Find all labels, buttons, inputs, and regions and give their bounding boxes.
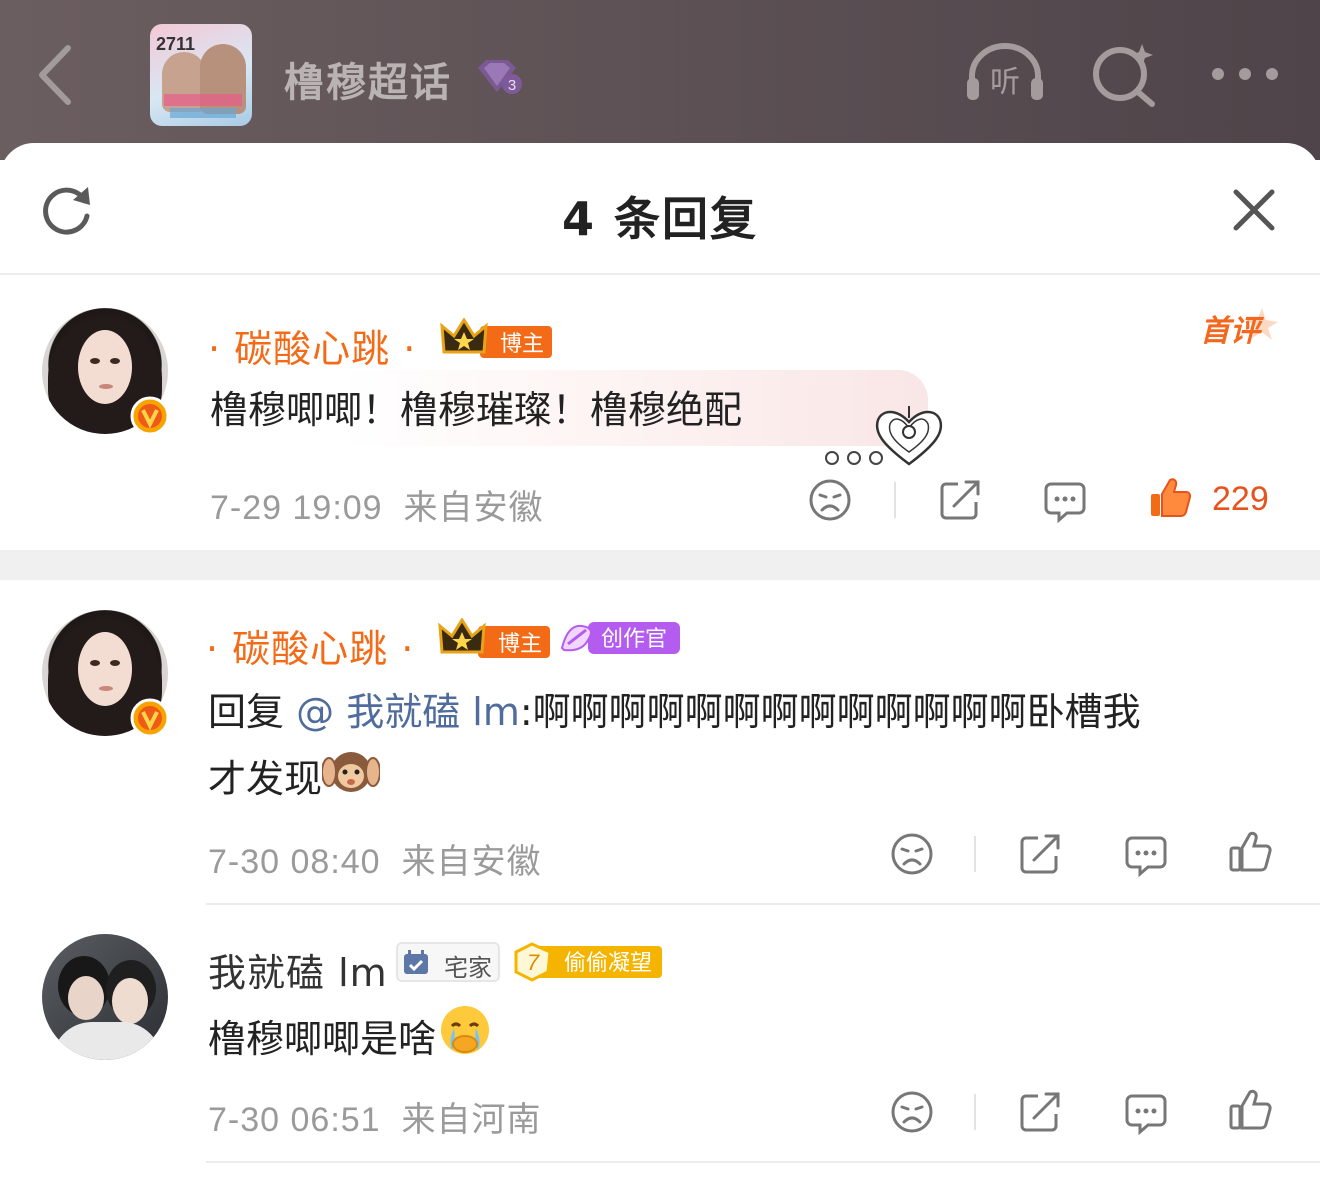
username[interactable]: · 碳酸心跳 · [206, 618, 414, 673]
close-icon[interactable] [1230, 186, 1278, 234]
blogger-badge: 博主 [438, 618, 550, 658]
mention-link[interactable]: @ 我就磕 lm [296, 690, 520, 734]
home-badge: 宅家 [396, 942, 500, 982]
header-divider [0, 273, 1320, 275]
action-separator [974, 836, 976, 872]
back-button[interactable] [34, 44, 74, 106]
section-gap [0, 550, 1320, 580]
comment-text: 橹穆唧唧是啥 [208, 1002, 494, 1071]
svg-text:听: 听 [990, 65, 1020, 100]
svg-text:博主: 博主 [498, 632, 542, 657]
avatar[interactable] [42, 934, 168, 1060]
replies-sheet [0, 143, 1320, 1183]
svg-text:博主: 博主 [500, 332, 544, 357]
creator-badge: 创作官 [560, 622, 680, 654]
like-thumb-icon[interactable] [1228, 830, 1272, 874]
comment-divider [206, 903, 1320, 905]
verified-v-icon [130, 698, 170, 738]
more-icon[interactable] [1210, 62, 1280, 86]
comment-meta: 7-30 06:51 来自河南 [208, 1092, 542, 1141]
first-comment-tag: 首评 [1200, 306, 1280, 354]
calendar-check-icon [404, 950, 428, 974]
comment-location: 来自安徽 [403, 489, 544, 527]
comment-text: 橹穆唧唧！橹穆璀璨！橹穆绝配 [210, 388, 743, 432]
dislike-face-icon[interactable] [890, 1090, 934, 1134]
blogger-badge: 博主 [440, 318, 552, 358]
username[interactable]: · 碳酸心跳 · [208, 318, 416, 373]
svg-text:创作官: 创作官 [601, 627, 667, 652]
decoration-dots-icon [825, 451, 883, 465]
comment-icon[interactable] [1043, 480, 1087, 524]
comment-text-line2: 才发现 [208, 757, 323, 801]
share-icon[interactable] [1018, 832, 1062, 876]
topic-cover-image[interactable]: 2711 [150, 24, 252, 126]
svg-text:3: 3 [508, 77, 516, 94]
comment-divider [206, 1161, 1320, 1163]
action-separator [894, 482, 896, 518]
like-thumb-icon[interactable] [1148, 476, 1192, 520]
svg-text:偷偷凝望: 偷偷凝望 [564, 951, 652, 976]
like-count: 229 [1212, 480, 1269, 518]
share-icon[interactable] [1018, 1090, 1062, 1134]
comment-meta: 7-30 08:40 来自安徽 [208, 834, 542, 883]
level-gem-icon: 3 [478, 60, 522, 94]
like-thumb-icon[interactable] [1228, 1088, 1272, 1132]
reply-prefix: 回复 [208, 690, 285, 734]
cover-text: 2711 [156, 34, 196, 54]
topic-header: 2711 橹穆超话 3 听 [0, 0, 1320, 160]
comment-time: 7-29 19:09 [210, 489, 383, 527]
crying-emoji [441, 1006, 490, 1054]
verified-v-icon [130, 396, 170, 436]
username[interactable]: 我就磕 lm [208, 942, 388, 997]
comment-icon[interactable] [1124, 834, 1168, 878]
svg-text:7: 7 [527, 950, 540, 975]
comment-text-body: 橹穆唧唧是啥 [208, 1017, 437, 1061]
fan-level-badge: 7 偷偷凝望 [514, 942, 662, 982]
comment-meta: 7-29 19:09 来自安徽 [210, 480, 544, 529]
comment-time: 7-30 06:51 [208, 1101, 381, 1139]
comment-location: 来自河南 [401, 1101, 542, 1139]
hear-no-evil-monkey-emoji [322, 752, 381, 792]
listen-headphone-icon[interactable]: 听 [964, 42, 1046, 104]
dislike-face-icon[interactable] [808, 478, 852, 522]
comment-text-line1: :啊啊啊啊啊啊啊啊啊啊啊啊啊卧槽我 [519, 690, 1141, 734]
chevron-left-icon [39, 45, 71, 105]
comment-text: 回复 @ 我就磕 lm:啊啊啊啊啊啊啊啊啊啊啊啊啊卧槽我 才发现 [208, 680, 1288, 811]
search-icon[interactable] [1092, 42, 1158, 108]
sheet-title: 4 条回复 [561, 192, 759, 246]
action-separator [974, 1094, 976, 1130]
topic-title[interactable]: 橹穆超话 [284, 50, 452, 108]
comment-icon[interactable] [1124, 1092, 1168, 1136]
comment-location: 来自安徽 [401, 843, 542, 881]
dislike-face-icon[interactable] [890, 832, 934, 876]
comment-time: 7-30 08:40 [208, 843, 381, 881]
share-icon[interactable] [938, 478, 982, 522]
